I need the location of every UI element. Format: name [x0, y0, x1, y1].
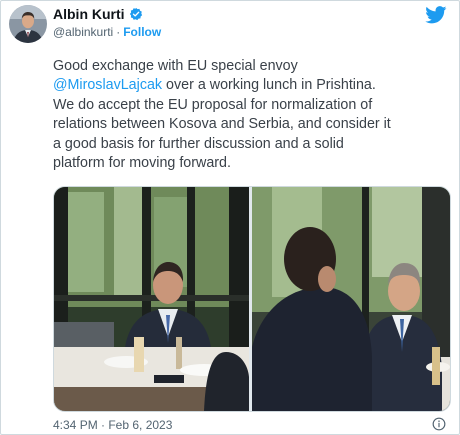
tweet-text: Good exchange with EU special envoy @Mir… — [53, 57, 448, 173]
tweet-card: Albin Kurti @albinkurti · Follow Good ex… — [0, 0, 460, 435]
media-grid — [53, 186, 451, 412]
info-icon[interactable] — [432, 417, 446, 431]
mention-link[interactable]: @MiroslavLajcak — [53, 77, 162, 93]
author-name[interactable]: Albin Kurti — [53, 6, 125, 22]
photo-lunch-meeting-right[interactable] — [252, 187, 450, 411]
follow-button[interactable]: Follow — [123, 25, 161, 39]
avatar-photo — [9, 5, 47, 43]
tweet-text-fragment: over a working lunch in Prishtina. — [162, 77, 376, 94]
separator-dot: · — [116, 25, 121, 39]
twitter-bird-icon[interactable] — [425, 6, 447, 24]
tweet-text-line: @MiroslavLajcak over a working lunch in … — [53, 76, 448, 95]
tweet-timestamp[interactable]: 4:34 PM · Feb 6, 2023 — [53, 418, 172, 432]
tweet-text-line: relations between Kosova and Serbia, and… — [53, 116, 391, 133]
photo-lunch-meeting-left[interactable] — [54, 187, 249, 411]
verified-badge-icon — [129, 7, 142, 21]
tweet-text-line: a good basis for further discussion and … — [53, 135, 344, 152]
tweet-text-line: Good exchange with EU special envoy — [53, 58, 298, 74]
photo-right-image — [252, 187, 450, 411]
tweet-text-line: We do accept the EU proposal for normali… — [53, 96, 373, 113]
avatar[interactable] — [9, 5, 47, 43]
author-name-row: Albin Kurti — [53, 6, 143, 22]
photo-left-image — [54, 187, 249, 411]
author-handle-row: @albinkurti · Follow — [53, 25, 161, 39]
author-handle[interactable]: @albinkurti — [53, 25, 113, 39]
tweet-text-line: platform for moving forward. — [53, 155, 231, 172]
